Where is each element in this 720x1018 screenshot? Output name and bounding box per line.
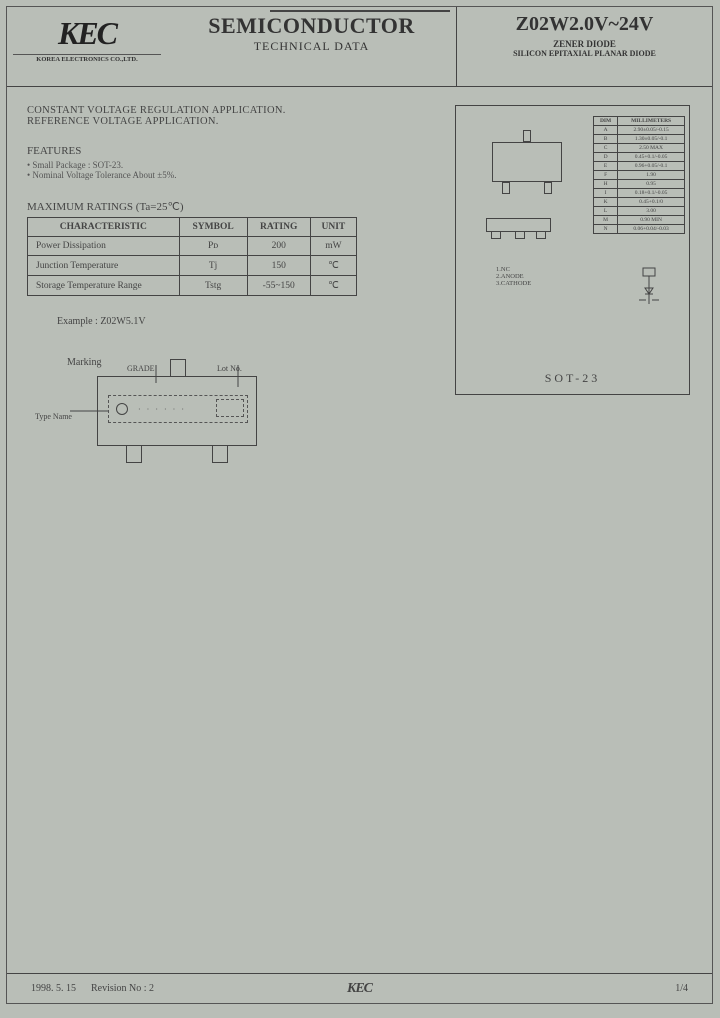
- footer-date: 1998. 5. 15: [31, 983, 76, 994]
- doc-subtitle: TECHNICAL DATA: [167, 39, 456, 54]
- cell-unit: mW: [310, 237, 356, 256]
- part-type: ZENER DIODE: [457, 39, 712, 49]
- doc-title: SEMICONDUCTOR: [167, 13, 456, 39]
- grade-label: GRADE: [127, 364, 155, 373]
- cell-unit: ℃: [310, 256, 356, 276]
- package-outline-box: DIMMILLIMETERS A2.90±0.05/-0.15 B1.30±0.…: [455, 105, 690, 395]
- ratings-table: CHARACTERISTIC SYMBOL RATING UNIT Power …: [27, 217, 357, 296]
- cell-rating: 150: [247, 256, 310, 276]
- cell-sym: Pᴅ: [179, 237, 247, 256]
- pin-config: 1.NC 2.ANODE 3.CATHODE: [496, 266, 531, 287]
- lotno-label: Lot No.: [217, 364, 242, 373]
- part-desc: SILICON EPITAXIAL PLANAR DIODE: [457, 49, 712, 58]
- footer-revision: Revision No : 2: [91, 983, 154, 994]
- company-logo-block: KEC KOREA ELECTRONICS CO.,LTD.: [7, 7, 167, 86]
- marking-drawing: · · · · · ·: [97, 376, 257, 446]
- marking-heading: Marking: [67, 357, 692, 368]
- company-subtitle: KOREA ELECTRONICS CO.,LTD.: [13, 54, 161, 63]
- page-footer: 1998. 5. 15 Revision No : 2 KEC 1/4: [7, 973, 712, 1003]
- col-rating: RATING: [247, 218, 310, 237]
- cell-sym: Tstg: [179, 276, 247, 296]
- company-logo: KEC: [13, 15, 161, 52]
- cell-sym: Tj: [179, 256, 247, 276]
- cell-unit: ℃: [310, 276, 356, 296]
- dimension-table: DIMMILLIMETERS A2.90±0.05/-0.15 B1.30±0.…: [593, 116, 685, 234]
- doc-title-block: SEMICONDUCTOR TECHNICAL DATA: [167, 7, 457, 86]
- col-unit: UNIT: [310, 218, 356, 237]
- cell-char: Storage Temperature Range: [28, 276, 180, 296]
- col-symbol: SYMBOL: [179, 218, 247, 237]
- footer-logo: KEC: [250, 981, 469, 997]
- cell-rating: -55~150: [247, 276, 310, 296]
- part-number: Z02W2.0V~24V: [457, 13, 712, 36]
- marking-block: Marking GRADE Lot No. Type Name · · · · …: [67, 357, 692, 446]
- package-side-view: [486, 218, 551, 232]
- zener-symbol-icon: [629, 266, 669, 306]
- typename-label: Type Name: [35, 412, 72, 421]
- col-characteristic: CHARACTERISTIC: [28, 218, 180, 237]
- footer-page: 1/4: [469, 983, 688, 994]
- cell-char: Power Dissipation: [28, 237, 180, 256]
- cell-rating: 200: [247, 237, 310, 256]
- part-block: Z02W2.0V~24V ZENER DIODE SILICON EPITAXI…: [457, 7, 712, 86]
- cell-char: Junction Temperature: [28, 256, 180, 276]
